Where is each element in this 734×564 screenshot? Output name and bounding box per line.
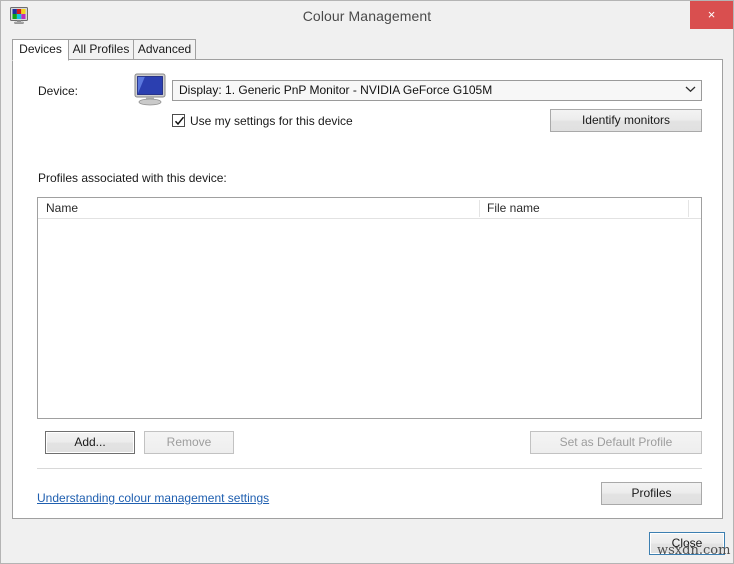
monitor-icon bbox=[133, 72, 171, 106]
profiles-caption: Profiles associated with this device: bbox=[38, 171, 227, 185]
set-as-default-profile-button: Set as Default Profile bbox=[530, 431, 702, 454]
column-divider-1[interactable] bbox=[479, 200, 480, 217]
window-title: Colour Management bbox=[1, 1, 733, 31]
column-header-file-name[interactable]: File name bbox=[487, 198, 687, 218]
understanding-colour-management-link[interactable]: Understanding colour management settings bbox=[37, 491, 269, 505]
watermark: wsxdn.com bbox=[657, 543, 730, 558]
profiles-list[interactable]: Name File name bbox=[37, 197, 702, 419]
tab-devices-label: Devices bbox=[19, 42, 62, 56]
section-divider bbox=[37, 468, 702, 469]
use-my-settings-checkbox[interactable] bbox=[172, 114, 185, 127]
title-bar: Colour Management × bbox=[1, 1, 733, 31]
column-divider-2[interactable] bbox=[688, 200, 689, 217]
remove-profile-button: Remove bbox=[144, 431, 234, 454]
dialog-footer: Close bbox=[1, 519, 733, 563]
window-close-button[interactable]: × bbox=[690, 1, 733, 29]
profiles-button[interactable]: Profiles bbox=[601, 482, 702, 505]
profiles-list-header: Name File name bbox=[38, 198, 701, 219]
profiles-list-body[interactable] bbox=[38, 219, 701, 418]
device-dropdown-value: Display: 1. Generic PnP Monitor - NVIDIA… bbox=[179, 81, 492, 100]
close-icon: × bbox=[690, 1, 733, 29]
colour-management-window: Colour Management × Devices All Profiles… bbox=[0, 0, 734, 564]
devices-tab-panel: Device: Display: 1. Generic PnP Monitor … bbox=[12, 59, 723, 519]
device-label: Device: bbox=[38, 84, 78, 98]
tab-advanced-label: Advanced bbox=[138, 42, 191, 56]
add-profile-button[interactable]: Add... bbox=[45, 431, 135, 454]
tab-advanced[interactable]: Advanced bbox=[133, 39, 196, 60]
use-my-settings-label: Use my settings for this device bbox=[190, 113, 353, 129]
tab-all-profiles[interactable]: All Profiles bbox=[68, 39, 134, 60]
device-dropdown[interactable]: Display: 1. Generic PnP Monitor - NVIDIA… bbox=[172, 80, 702, 101]
tab-all-profiles-label: All Profiles bbox=[73, 42, 130, 56]
column-header-name[interactable]: Name bbox=[46, 198, 476, 218]
chevron-down-icon bbox=[685, 81, 696, 100]
identify-monitors-button[interactable]: Identify monitors bbox=[550, 109, 702, 132]
tab-devices[interactable]: Devices bbox=[12, 39, 69, 61]
